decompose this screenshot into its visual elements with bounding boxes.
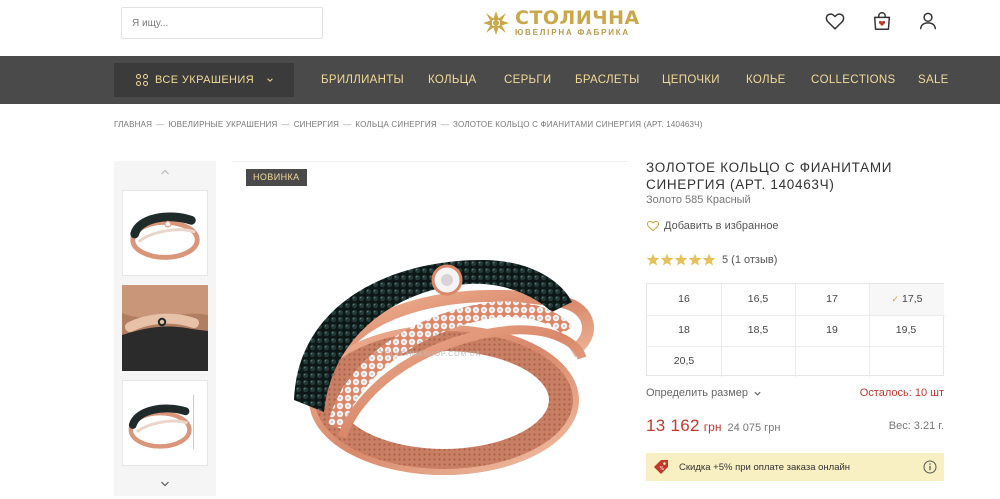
breadcrumb-separator: — (440, 120, 450, 129)
price-currency: грн (703, 420, 722, 434)
determine-size-button[interactable]: Определить размер (646, 387, 762, 399)
chevron-down-icon (161, 481, 169, 487)
logo[interactable]: СТОЛИЧНА ЮВЕЛІРНА ФАБРИКА (481, 9, 640, 37)
breadcrumb-current: ЗОЛОТОЕ КОЛЬЦО С ФИАНИТАМИ СИНЕРГИЯ (АРТ… (453, 120, 703, 129)
star-icon (702, 253, 716, 266)
price: 13 162 грн 24 075 грн (646, 416, 780, 436)
nav-item-earrings[interactable]: СЕРЬГИ (504, 56, 552, 104)
star-icon (674, 253, 688, 266)
breadcrumb-synergy-rings[interactable]: КОЛЬЦА СИНЕРГИЯ (355, 120, 437, 129)
star-icon (688, 253, 702, 266)
size-option[interactable]: 19 (795, 315, 869, 346)
online-payment-promo: % Скидка +5% при оплате заказа онлайн (646, 453, 944, 481)
product-weight: Вес: 3.21 г. (888, 420, 944, 432)
chevron-down-icon (267, 78, 273, 82)
breadcrumb: ГЛАВНАЯ — ЮВЕЛИРНЫЕ УКРАШЕНИЯ — СИНЕРГИЯ… (114, 120, 703, 129)
breadcrumb-home[interactable]: ГЛАВНАЯ (114, 120, 152, 129)
size-option[interactable]: 18 (647, 315, 721, 346)
nav-item-collections[interactable]: COLLECTIONS (811, 56, 895, 104)
thumbnail-strip (114, 161, 216, 496)
determine-size-label: Определить размер (646, 387, 749, 399)
rating-stars (646, 253, 716, 266)
stock-left: Осталось: 10 шт (859, 387, 944, 399)
thumbnail-ring-dimensions[interactable] (122, 380, 208, 466)
thumbnail-hand-model[interactable] (122, 285, 208, 371)
size-option[interactable]: 16,5 (721, 284, 795, 315)
thumbs-up-button[interactable] (114, 161, 216, 183)
logo-name: СТОЛИЧНА (515, 7, 640, 29)
heart-icon (646, 220, 660, 232)
thumbnail-ring-front[interactable] (122, 190, 208, 276)
watermark: STOLYCHNASHOP.COM.UA (374, 351, 482, 358)
heart-icon (825, 13, 845, 30)
breadcrumb-separator: — (343, 120, 352, 129)
all-jewelry-label: ВСЕ УКРАШЕНИЯ (155, 74, 255, 86)
grid-icon (136, 74, 148, 86)
nav-item-necklaces[interactable]: КОЛЬЕ (746, 56, 786, 104)
breadcrumb-separator: — (281, 120, 290, 129)
rating[interactable]: 5 (1 отзыв) (646, 253, 777, 266)
breadcrumb-separator: — (156, 120, 165, 129)
size-option[interactable]: 20,5 (647, 346, 721, 377)
product-title: ЗОЛОТОЕ КОЛЬЦО С ФИАНИТАМИ СИНЕРГИЯ (АРТ… (646, 160, 893, 192)
nav-item-rings[interactable]: КОЛЬЦА (428, 56, 476, 104)
nav-item-chains[interactable]: ЦЕПОЧКИ (662, 56, 720, 104)
size-option-label: 17,5 (902, 293, 923, 305)
add-to-favorites-button[interactable]: Добавить в избранное (646, 219, 779, 232)
ring-dimensions-image (128, 394, 194, 450)
wishlist-button[interactable] (824, 10, 846, 32)
breadcrumb-jewelry[interactable]: ЮВЕЛИРНЫЕ УКРАШЕНИЯ (168, 120, 277, 129)
size-option-selected[interactable]: ✓ 17,5 (870, 284, 944, 315)
search-box[interactable] (121, 7, 323, 39)
main-nav: ВСЕ УКРАШЕНИЯ БРИЛЛИАНТЫ КОЛЬЦА СЕРЬГИ Б… (0, 56, 1000, 104)
account-button[interactable] (917, 10, 939, 32)
ring-thumbnail-image (130, 212, 200, 260)
size-option[interactable]: 18,5 (721, 315, 795, 346)
logo-mark-icon (483, 11, 509, 35)
price-current: 13 162 (646, 416, 700, 435)
discount-tag-icon: % (654, 460, 668, 474)
logo-subtitle: ЮВЕЛІРНА ФАБРИКА (515, 28, 631, 37)
size-option[interactable]: 19,5 (869, 315, 943, 346)
svg-text:%: % (660, 466, 665, 472)
size-option[interactable]: 17 (795, 284, 869, 315)
star-icon (660, 253, 674, 266)
chevron-down-icon (754, 391, 761, 396)
size-option[interactable]: 16 (647, 284, 721, 315)
user-icon (919, 12, 937, 30)
cart-icon (873, 12, 891, 30)
breadcrumb-synergy[interactable]: СИНЕРГИЯ (294, 120, 339, 129)
all-jewelry-button[interactable]: ВСЕ УКРАШЕНИЯ (114, 63, 294, 97)
thumbs-down-button[interactable] (114, 473, 216, 495)
promo-text: Скидка +5% при оплате заказа онлайн (679, 461, 851, 473)
star-icon (646, 253, 660, 266)
check-icon: ✓ (891, 294, 900, 304)
info-icon[interactable] (923, 460, 937, 474)
size-selector: 16 16,5 17 ✓ 17,5 18 18,5 19 19,5 20,5 (646, 283, 945, 377)
search-input[interactable] (122, 8, 322, 38)
badge-new: НОВИНКА (246, 169, 307, 186)
product-material: Золото 585 Красный (646, 194, 751, 206)
nav-item-bracelets[interactable]: БРАСЛЕТЫ (575, 56, 640, 104)
rating-text[interactable]: 5 (1 отзыв) (722, 254, 777, 266)
ring-main-image (294, 260, 594, 475)
price-old: 24 075 грн (727, 422, 781, 434)
favorites-label: Добавить в избранное (664, 219, 779, 232)
nav-item-diamonds[interactable]: БРИЛЛИАНТЫ (321, 56, 404, 104)
chevron-up-icon (161, 169, 169, 175)
header: СТОЛИЧНА ЮВЕЛІРНА ФАБРИКА (0, 0, 1000, 56)
main-product-image[interactable]: НОВИНКА STOLYCHNASHOP.COM.UA (232, 161, 628, 499)
nav-item-sale[interactable]: SALE (918, 56, 949, 104)
hand-thumbnail-image (122, 285, 208, 371)
cart-button[interactable] (871, 10, 893, 32)
